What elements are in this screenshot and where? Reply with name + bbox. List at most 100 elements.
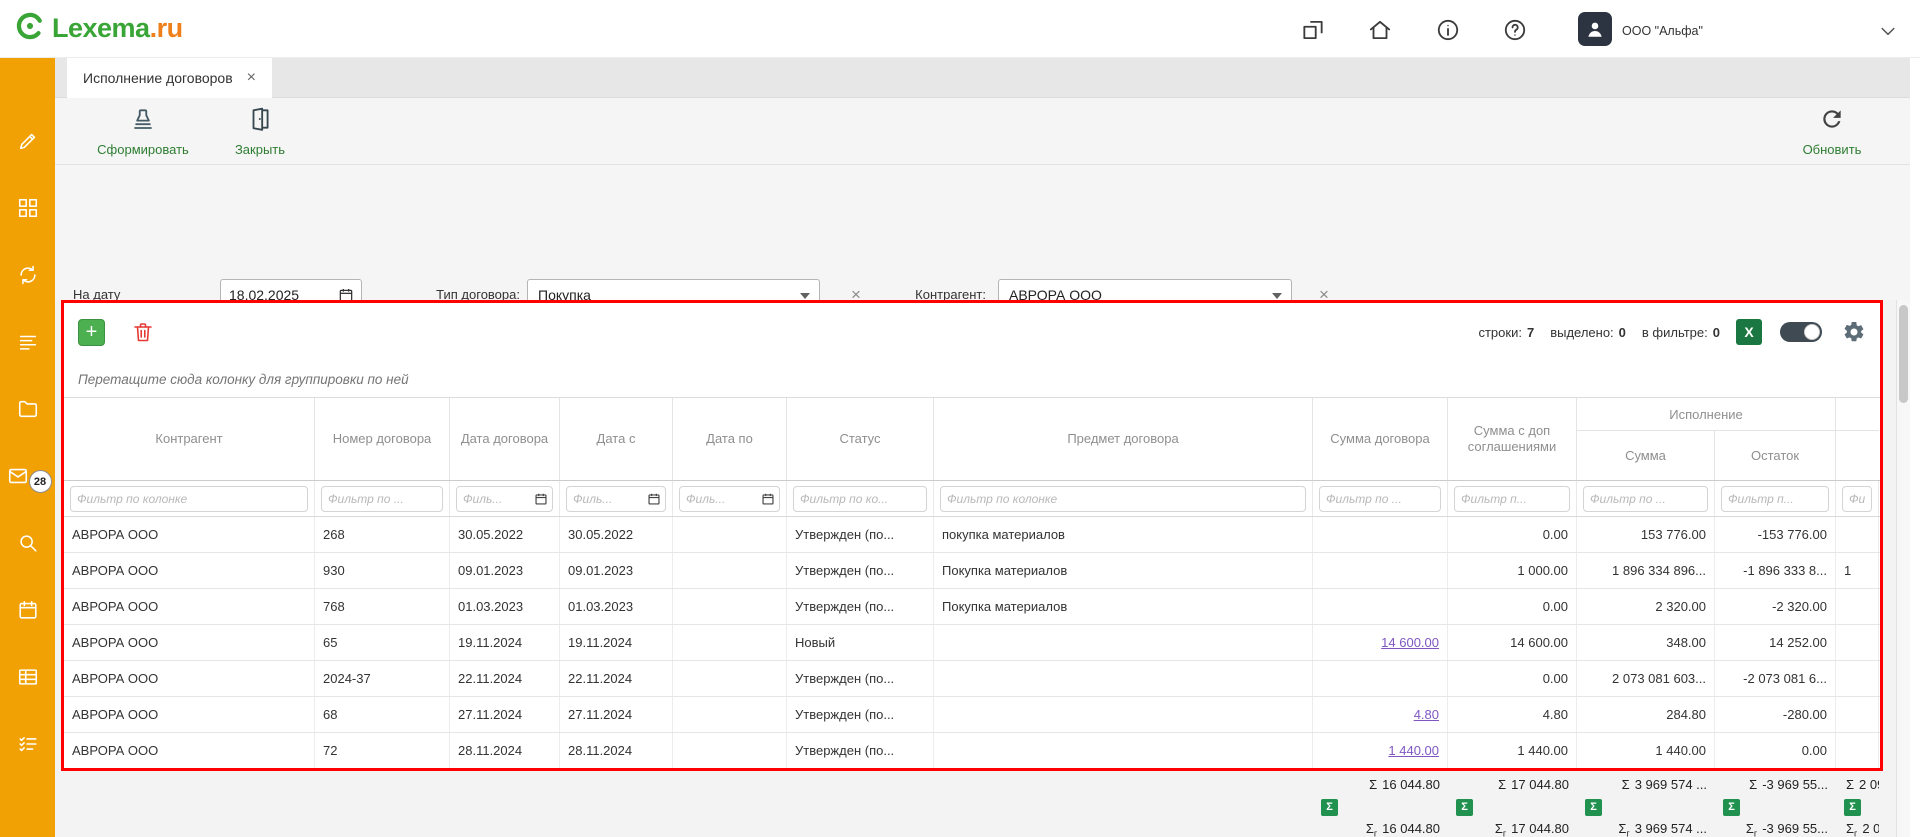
column-filter-input[interactable] — [1583, 486, 1708, 512]
logo-text: Lexema.ru — [52, 13, 183, 44]
table-row[interactable]: АВРОРА ООО 268 30.05.2022 30.05.2022 Утв… — [64, 517, 1880, 553]
excel-export-icon[interactable]: X — [1736, 319, 1762, 345]
sigma-badge[interactable]: Σ — [1723, 799, 1740, 816]
cell: Утвержден (по... — [787, 553, 934, 588]
column-filter-input[interactable] — [456, 486, 553, 512]
new-window-icon[interactable] — [1300, 17, 1326, 43]
col-header-date-from[interactable]: Дата с — [560, 398, 673, 480]
table-row[interactable]: АВРОРА ООО 930 09.01.2023 09.01.2023 Утв… — [64, 553, 1880, 589]
grid-settings-toggle[interactable] — [1780, 322, 1822, 342]
col-header-execution-rest[interactable]: Остаток — [1715, 431, 1836, 480]
cell: 4.80 — [1448, 697, 1577, 732]
column-filter-input[interactable] — [1454, 486, 1570, 512]
cell: 09.01.2023 — [450, 553, 560, 588]
sidebar-item-checklist[interactable] — [16, 733, 40, 755]
home-icon[interactable] — [1367, 17, 1393, 43]
sidebar-item-mail[interactable]: 28 — [16, 465, 40, 487]
table-row[interactable]: АВРОРА ООО 2024-37 22.11.2024 22.11.2024… — [64, 661, 1880, 697]
cell: 30.05.2022 — [450, 517, 560, 552]
column-filter-input[interactable] — [70, 486, 308, 512]
table-row[interactable]: АВРОРА ООО 768 01.03.2023 01.03.2023 Утв… — [64, 589, 1880, 625]
sidebar-item-sync[interactable] — [16, 264, 40, 286]
sidebar-item-modules[interactable] — [16, 197, 40, 219]
cell — [1836, 661, 1879, 696]
column-filter-input[interactable] — [1842, 486, 1872, 512]
column-filter-input[interactable] — [566, 486, 666, 512]
table-row[interactable]: АВРОРА ООО 68 27.11.2024 27.11.2024 Утве… — [64, 697, 1880, 733]
cell: АВРОРА ООО — [64, 733, 315, 768]
vertical-scrollbar[interactable] — [1896, 300, 1910, 837]
cell: 0.00 — [1448, 661, 1577, 696]
contract-sum-link[interactable]: 4.80 — [1313, 697, 1448, 732]
tab-contract-execution[interactable]: Исполнение договоров × — [67, 58, 272, 98]
col-header-execution-sum[interactable]: Сумма — [1577, 431, 1715, 480]
column-filter-input[interactable] — [940, 486, 1306, 512]
col-header-sum-with-agreements[interactable]: Сумма с доп соглашениями — [1448, 398, 1577, 480]
cell: 2 073 081 603... — [1577, 661, 1715, 696]
col-header-contract-date[interactable]: Дата договора — [450, 398, 560, 480]
sigma-badge[interactable]: Σ — [1456, 799, 1473, 816]
info-icon[interactable] — [1435, 17, 1461, 43]
gear-icon[interactable] — [1842, 320, 1866, 344]
cell: АВРОРА ООО — [64, 517, 315, 552]
cell: 19.11.2024 — [560, 625, 673, 660]
lexema-logo[interactable]: Lexema.ru — [14, 10, 183, 47]
column-filter-input[interactable] — [793, 486, 927, 512]
rows-count-value: 7 — [1527, 325, 1534, 340]
sidebar: 28 — [0, 58, 55, 837]
column-filter-input[interactable] — [321, 486, 443, 512]
cell — [1836, 589, 1879, 624]
sidebar-item-search[interactable] — [16, 532, 40, 554]
sidebar-item-folder[interactable] — [16, 398, 40, 420]
contract-sum-link[interactable]: 14 600.00 — [1313, 625, 1448, 660]
group-by-hint[interactable]: Перетащите сюда колонку для группировки … — [64, 361, 1880, 397]
delete-row-icon[interactable] — [131, 320, 155, 344]
add-row-button[interactable]: + — [78, 319, 105, 346]
table-row[interactable]: АВРОРА ООО 65 19.11.2024 19.11.2024 Новы… — [64, 625, 1880, 661]
col-header-date-to[interactable]: Дата по — [673, 398, 787, 480]
cell: -1 896 333 8... — [1715, 553, 1836, 588]
tab-close-icon[interactable]: × — [247, 70, 256, 86]
scrollbar-thumb[interactable] — [1899, 305, 1908, 403]
cell: 268 — [315, 517, 450, 552]
company-name: ООО "Альфа" — [1622, 24, 1703, 38]
calendar-icon — [16, 608, 40, 625]
column-filter-input[interactable] — [1721, 486, 1829, 512]
table-row[interactable]: АВРОРА ООО 72 28.11.2024 28.11.2024 Утве… — [64, 733, 1880, 769]
sigma-badge[interactable]: Σ — [1844, 799, 1861, 816]
cell: 72 — [315, 733, 450, 768]
col-header-contract-number[interactable]: Номер договора — [315, 398, 450, 480]
sidebar-item-grid[interactable] — [16, 666, 40, 688]
cell — [673, 517, 787, 552]
cell: -153 776.00 — [1715, 517, 1836, 552]
table-filter-row — [64, 481, 1880, 517]
col-header-subject[interactable]: Предмет договора — [934, 398, 1313, 480]
cell: 284.80 — [1577, 697, 1715, 732]
refresh-button[interactable]: Обновить — [1782, 106, 1882, 157]
table-footer: Σ16 044.80 Σ17 044.80 Σ3 969 574 ... Σ-3… — [64, 771, 1880, 837]
cell: -2 320.00 — [1715, 589, 1836, 624]
cell: Утвержден (по... — [787, 661, 934, 696]
sigma-badge[interactable]: Σ — [1321, 799, 1338, 816]
sidebar-item-list[interactable] — [16, 331, 40, 353]
cell: 27.11.2024 — [560, 697, 673, 732]
generate-button[interactable]: Сформировать — [83, 106, 203, 157]
contract-sum-link[interactable]: 1 440.00 — [1313, 733, 1448, 768]
user-avatar[interactable] — [1578, 12, 1612, 46]
column-filter-input[interactable] — [1319, 486, 1441, 512]
cell: 65 — [315, 625, 450, 660]
cell: 30.05.2022 — [560, 517, 673, 552]
chevron-down-icon[interactable] — [1878, 21, 1898, 41]
sidebar-item-calendar[interactable] — [16, 599, 40, 621]
col-header-contract-sum[interactable]: Сумма договора — [1313, 398, 1448, 480]
sidebar-item-edit[interactable] — [16, 130, 40, 152]
sigma-badge[interactable]: Σ — [1585, 799, 1602, 816]
cell: АВРОРА ООО — [64, 697, 315, 732]
col-header-status[interactable]: Статус — [787, 398, 934, 480]
tab-bar: Исполнение договоров × — [55, 58, 1910, 98]
close-button[interactable]: Закрыть — [215, 106, 305, 157]
mail-icon — [16, 474, 30, 491]
col-header-counterparty[interactable]: Контрагент — [64, 398, 315, 480]
help-icon[interactable] — [1502, 17, 1528, 43]
column-filter-input[interactable] — [679, 486, 780, 512]
